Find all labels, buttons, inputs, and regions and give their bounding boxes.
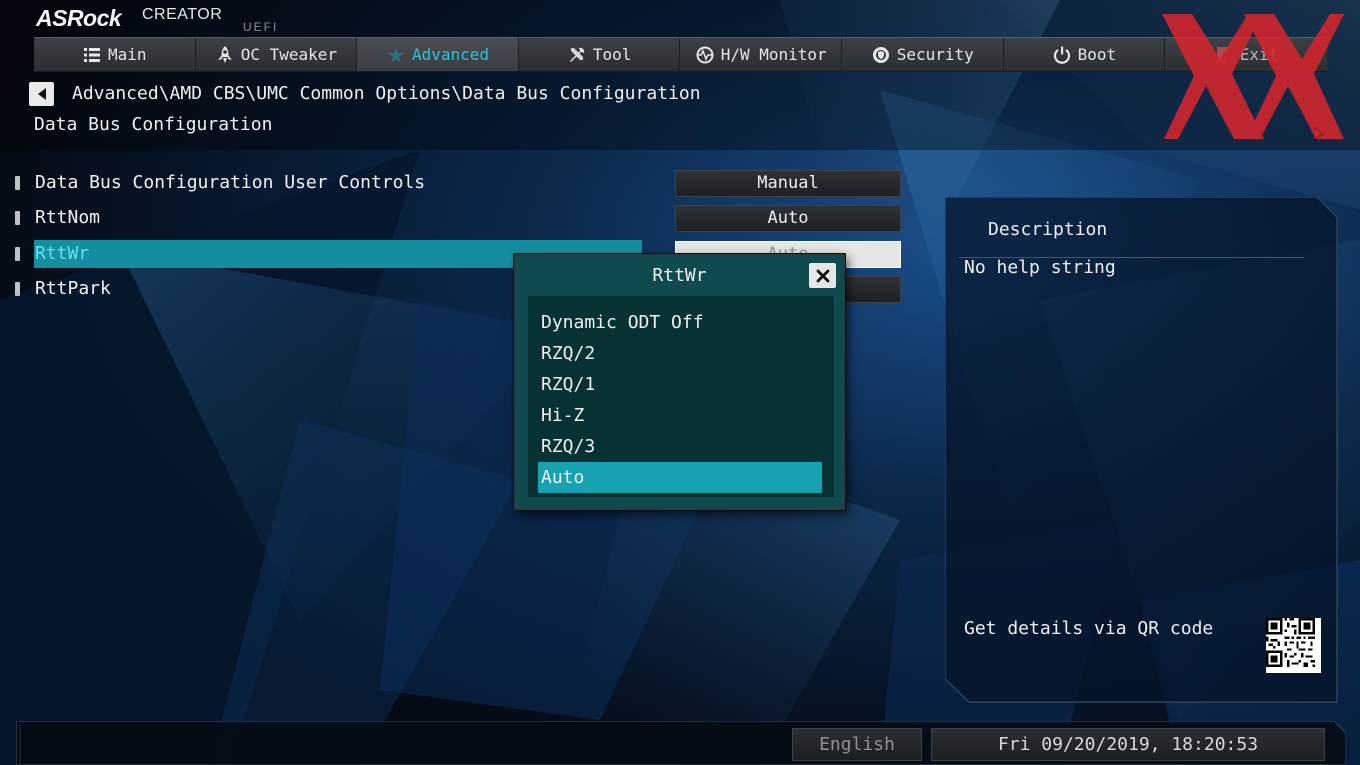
popup-option[interactable]: RZQ/3 xyxy=(538,431,822,462)
breadcrumb: Advanced\AMD CBS\UMC Common Options\Data… xyxy=(72,83,701,104)
tab-label: Security xyxy=(896,45,974,64)
tab-tool[interactable]: Tool xyxy=(519,38,681,71)
row-bullet xyxy=(15,247,20,261)
setting-label: Data Bus Configuration User Controls xyxy=(35,172,426,193)
power-icon xyxy=(1052,45,1072,65)
description-panel: Description No help string Get details v… xyxy=(945,197,1338,703)
setting-row-user-controls[interactable]: Data Bus Configuration User Controls Man… xyxy=(14,169,914,197)
row-bullet xyxy=(15,282,20,296)
language-button[interactable]: English xyxy=(792,728,922,761)
tab-security[interactable]: Security xyxy=(842,38,1004,71)
tab-main[interactable]: Main xyxy=(34,38,196,71)
tab-boot[interactable]: Boot xyxy=(1004,38,1166,71)
list-icon xyxy=(82,45,102,65)
setting-value-box[interactable]: Manual xyxy=(675,170,901,197)
popup-option[interactable]: RZQ/1 xyxy=(538,369,822,400)
tab-label: Exit xyxy=(1239,45,1279,64)
setting-label: RttNom xyxy=(35,207,101,228)
setting-label: RttPark xyxy=(35,278,111,299)
tab-oc-tweaker[interactable]: OC Tweaker xyxy=(196,38,358,71)
tab-label: Tool xyxy=(592,45,632,64)
page-title: Data Bus Configuration xyxy=(34,114,273,135)
shield-icon xyxy=(871,45,891,65)
tab-label: H/W Monitor xyxy=(720,45,827,64)
star-icon xyxy=(386,45,406,65)
popup-option[interactable]: Hi-Z xyxy=(538,400,822,431)
tab-label: Main xyxy=(108,45,147,64)
popup-option[interactable]: Dynamic ODT Off xyxy=(538,307,822,338)
main-tab-bar: Main OC Tweaker Advanced Tool H/W Monito… xyxy=(34,37,1327,72)
option-popup: RttWr Dynamic ODT Off RZQ/2 RZQ/1 Hi-Z R… xyxy=(514,254,845,510)
datetime-display: Fri 09/20/2019, 18:20:53 xyxy=(931,728,1325,761)
back-arrow-icon xyxy=(37,88,46,100)
tab-exit[interactable]: Exit xyxy=(1165,38,1327,71)
popup-option-list: Dynamic ODT Off RZQ/2 RZQ/1 Hi-Z RZQ/3 A… xyxy=(528,296,834,497)
back-button[interactable] xyxy=(29,82,54,106)
popup-title: RttWr xyxy=(652,265,707,286)
monitor-icon xyxy=(695,45,715,65)
setting-value-box[interactable]: Auto xyxy=(675,205,901,232)
description-text: No help string xyxy=(964,257,1116,278)
row-bullet xyxy=(15,211,20,225)
description-title: Description xyxy=(988,219,1108,240)
row-bullet xyxy=(15,176,20,190)
popup-close-button[interactable] xyxy=(809,263,836,288)
popup-option-selected[interactable]: Auto xyxy=(538,462,822,493)
brand-name: ASRock xyxy=(36,5,122,31)
popup-option[interactable]: RZQ/2 xyxy=(538,338,822,369)
tab-advanced[interactable]: Advanced xyxy=(357,38,519,71)
tools-icon xyxy=(567,45,587,65)
exit-door-icon xyxy=(1214,45,1234,65)
close-icon xyxy=(816,269,829,282)
qr-code xyxy=(1266,618,1321,673)
setting-row-rttnom[interactable]: RttNom Auto xyxy=(14,204,914,232)
tab-label: Advanced xyxy=(411,45,490,64)
brand-suffix: UEFI xyxy=(243,20,279,34)
rocket-icon xyxy=(215,45,235,65)
tab-label: OC Tweaker xyxy=(240,45,338,64)
setting-label: RttWr xyxy=(35,243,90,264)
mouse-cursor-icon xyxy=(1314,127,1324,141)
tab-label: Boot xyxy=(1077,45,1117,64)
tab-hw-monitor[interactable]: H/W Monitor xyxy=(680,38,842,71)
qr-label: Get details via QR code xyxy=(964,618,1214,639)
brand-edition: CREATOR xyxy=(142,6,223,23)
